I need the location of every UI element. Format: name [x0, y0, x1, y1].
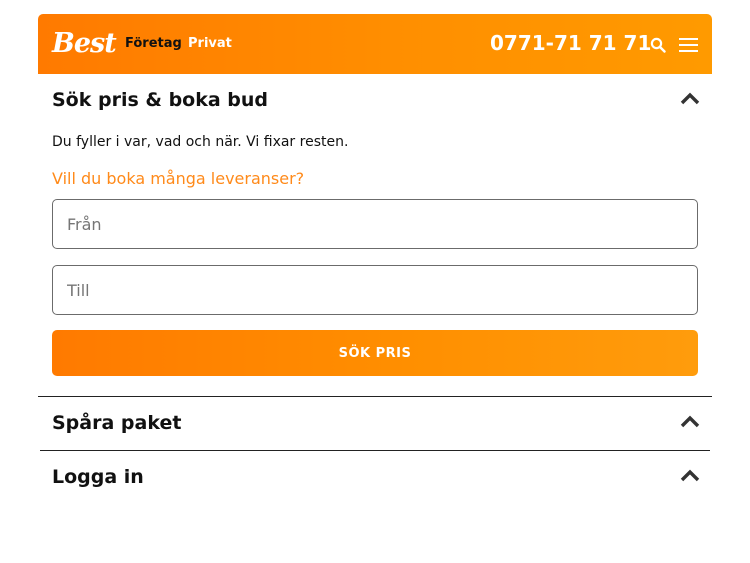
- phone-number-link[interactable]: 0771-71 71 71: [490, 31, 651, 55]
- booking-panel-title[interactable]: Sök pris & boka bud: [52, 89, 268, 111]
- to-address-input[interactable]: [52, 265, 698, 315]
- section-divider: [38, 396, 712, 397]
- login-panel-title[interactable]: Logga in: [52, 466, 144, 488]
- chevron-up-icon[interactable]: [680, 92, 700, 106]
- top-header: Best Företag Privat 0771-71 71 71: [38, 14, 712, 74]
- search-icon[interactable]: [650, 37, 666, 53]
- nav-link-privat[interactable]: Privat: [188, 36, 232, 51]
- bulk-delivery-link[interactable]: Vill du boka många leveranser?: [52, 169, 304, 188]
- chevron-up-icon[interactable]: [680, 415, 700, 429]
- best-logo[interactable]: Best: [52, 28, 117, 59]
- section-divider: [40, 450, 710, 451]
- chevron-up-icon[interactable]: [680, 469, 700, 483]
- menu-icon[interactable]: [679, 37, 698, 53]
- booking-intro-text: Du fyller i var, vad och när. Vi fixar r…: [52, 134, 349, 150]
- nav-link-foretag[interactable]: Företag: [125, 36, 182, 51]
- search-price-button[interactable]: SÖK PRIS: [52, 330, 698, 376]
- from-address-input[interactable]: [52, 199, 698, 249]
- track-panel-title[interactable]: Spåra paket: [52, 412, 181, 434]
